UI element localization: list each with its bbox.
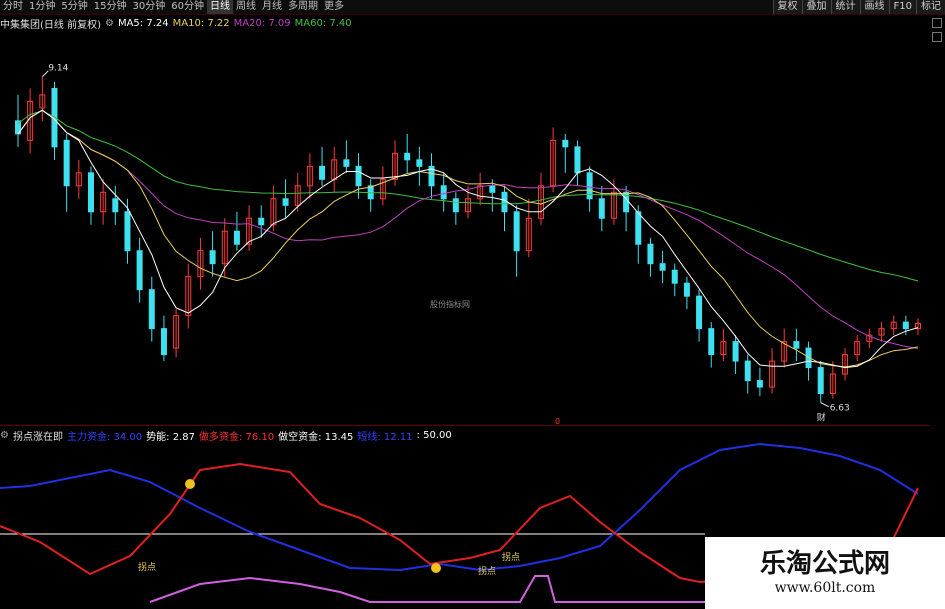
toolbar-button[interactable]: 叠加 xyxy=(801,0,831,14)
candle-body xyxy=(416,159,423,167)
candle-body xyxy=(574,146,581,174)
candle-body xyxy=(902,321,909,330)
candle-body xyxy=(744,360,751,382)
indicator-field-5: 短线: 12.11 xyxy=(357,431,413,443)
period-tab[interactable]: 多周期 xyxy=(285,0,321,14)
toolbar-button[interactable]: 标记 xyxy=(916,0,945,14)
candle-body xyxy=(696,295,703,330)
candle-body xyxy=(562,139,569,148)
candle-body xyxy=(708,328,715,356)
candle-body xyxy=(136,250,143,291)
stock-title: 中集集团(日线 前复权) xyxy=(0,19,101,31)
candle-body xyxy=(87,172,94,213)
candle-body xyxy=(355,165,362,187)
turning-point-label: 拐点 xyxy=(138,561,156,573)
period-tab[interactable]: 1分钟 xyxy=(26,0,58,14)
candle-body xyxy=(732,341,739,362)
period-tab[interactable]: 15分钟 xyxy=(91,0,130,14)
period-tab[interactable]: 更多 xyxy=(321,0,347,14)
period-tab[interactable]: 月线 xyxy=(259,0,285,14)
toolbar-button[interactable]: 复权 xyxy=(772,0,802,14)
candle-body xyxy=(404,152,411,161)
candle-body xyxy=(501,191,508,213)
candle-body xyxy=(148,289,155,330)
indicator-field-4: 做空资金: 13.45 xyxy=(278,431,354,443)
candle-body xyxy=(671,269,678,284)
candle-body xyxy=(209,250,216,265)
candle-body xyxy=(160,328,167,356)
period-tab[interactable]: 日线 xyxy=(206,0,233,14)
indicator-settings-icon[interactable]: ⚙ xyxy=(0,430,9,441)
candle-body xyxy=(683,282,690,297)
watermark-title: 乐淘公式网 xyxy=(759,549,890,579)
settings-icon[interactable]: ⚙ xyxy=(105,18,114,29)
candle-body xyxy=(756,380,763,388)
candle-body xyxy=(513,211,520,252)
candle-body xyxy=(124,211,131,252)
candle-body xyxy=(793,341,800,349)
ma20-value: MA20: 7.09 xyxy=(233,17,291,29)
period-tab[interactable]: 周线 xyxy=(233,0,259,14)
period-tabs: 分时 1分钟 5分钟 15分钟 30分钟 60分钟 日线 周线 月线 多周期 更多 xyxy=(0,0,347,14)
candle-body xyxy=(258,217,265,226)
period-tab[interactable]: 5分钟 xyxy=(58,0,90,14)
zero-marker: 0 xyxy=(555,417,560,426)
indicator-field-6: : 50.00 xyxy=(416,429,452,441)
candle-body xyxy=(647,243,654,265)
candle-body xyxy=(489,185,496,193)
side-controls xyxy=(931,14,945,74)
period-tab[interactable]: 30分钟 xyxy=(129,0,168,14)
expand-button[interactable] xyxy=(932,18,942,28)
main-infobar: 中集集团(日线 前复权) ⚙ MA5: 7.24 MA10: 7.22 MA20… xyxy=(0,16,356,31)
indicator-field-1: 主力资金: 34.00 xyxy=(66,431,143,443)
period-toolbar: 分时 1分钟 5分钟 15分钟 30分钟 60分钟 日线 周线 月线 多周期 更多 复权 叠加 统计 画线… xyxy=(0,0,945,15)
indicator-field-3: 做多资金: 76.10 xyxy=(198,431,275,443)
candle-body xyxy=(282,198,289,206)
financial-report-marker[interactable]: 财 xyxy=(817,412,826,424)
candle-body xyxy=(598,198,605,219)
center-watermark-label: 股份指标网 xyxy=(430,300,470,309)
site-watermark: 乐淘公式网 www.60lt.com xyxy=(705,537,945,609)
period-tab[interactable]: 分时 xyxy=(0,0,26,14)
turning-point-label: 拐点 xyxy=(502,551,520,563)
toolbar-button[interactable]: F10 xyxy=(888,0,916,14)
tool-buttons: 复权 叠加 统计 画线 F10 标记 xyxy=(772,0,945,14)
smiley-icon xyxy=(431,563,441,573)
collapse-button[interactable] xyxy=(932,32,942,42)
toolbar-button[interactable]: 统计 xyxy=(830,0,860,14)
candle-body xyxy=(817,367,824,395)
indicator-name: 拐点涨在即 xyxy=(12,431,63,443)
candle-body xyxy=(233,230,240,245)
smiley-icon xyxy=(185,479,195,489)
candle-body xyxy=(319,165,326,180)
candle-body xyxy=(452,198,459,213)
indicator-infobar: ⚙ 拐点涨在即 主力资金: 34.00 势能: 2.87 做多资金: 76.10… xyxy=(0,428,456,443)
low-price-label: 6.63 xyxy=(830,404,850,414)
candle-body xyxy=(440,185,447,200)
candle-body xyxy=(343,159,350,167)
candlestick-chart[interactable]: 9.14 6.63 财 0 xyxy=(0,30,930,426)
ma10-value: MA10: 7.22 xyxy=(172,17,230,29)
candle-body xyxy=(112,198,119,213)
ma5-value: MA5: 7.24 xyxy=(117,17,169,29)
toolbar-button[interactable]: 画线 xyxy=(859,0,889,14)
period-tab[interactable]: 60分钟 xyxy=(168,0,207,14)
low-pointer xyxy=(820,402,829,408)
candle-body xyxy=(659,263,666,271)
turning-point-label: 拐点 xyxy=(478,565,496,577)
candle-body xyxy=(635,211,642,245)
high-price-label: 9.14 xyxy=(48,64,68,74)
watermark-url: www.60lt.com xyxy=(774,580,876,596)
indicator-field-2: 势能: 2.87 xyxy=(146,431,195,443)
candle-body xyxy=(63,139,70,187)
ma60-value: MA60: 7.40 xyxy=(294,17,352,29)
